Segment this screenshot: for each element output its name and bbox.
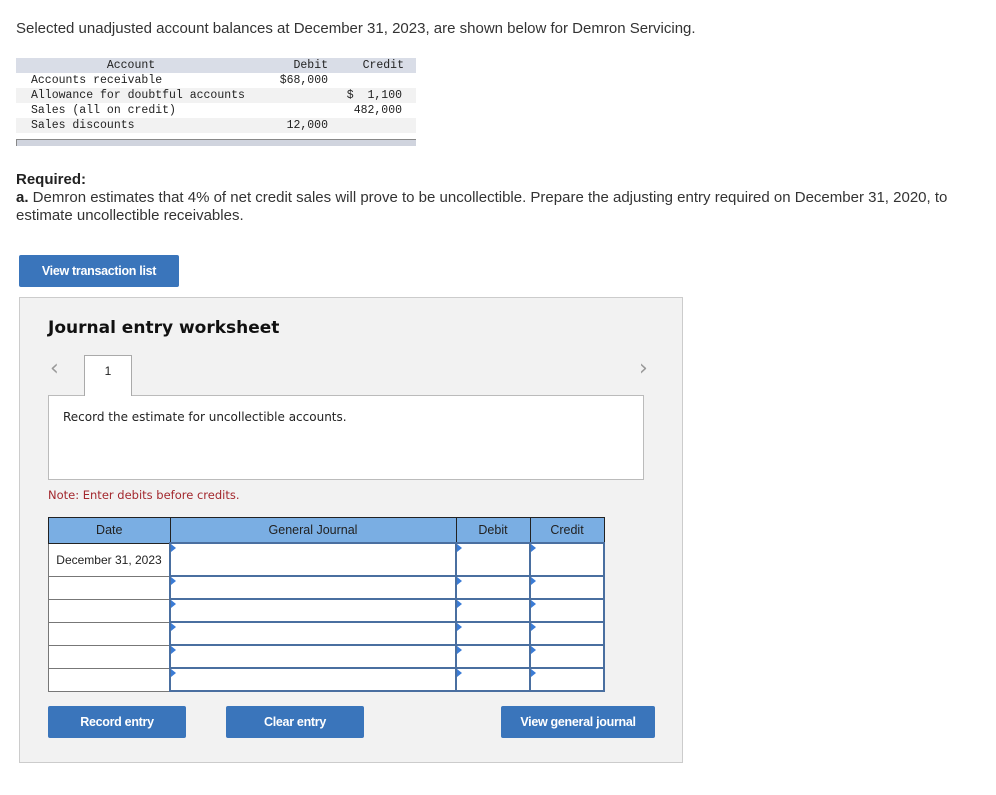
header-date: Date — [48, 517, 171, 544]
credit-value — [328, 73, 402, 88]
debit-input[interactable] — [455, 667, 531, 692]
header-credit: Credit — [529, 517, 605, 544]
transaction-description: Record the estimate for uncollectible ac… — [63, 410, 347, 424]
credit-input[interactable] — [529, 575, 605, 600]
debit-input[interactable] — [455, 598, 531, 623]
view-transaction-list-button[interactable]: View transaction list — [19, 255, 179, 287]
account-name: Sales (all on credit) — [31, 104, 176, 117]
transaction-description-box: Record the estimate for uncollectible ac… — [48, 395, 644, 480]
chevron-right-icon[interactable]: › — [639, 356, 648, 381]
journal-row — [48, 644, 605, 669]
debit-input[interactable] — [455, 575, 531, 600]
account-input[interactable] — [169, 621, 457, 646]
account-input[interactable] — [169, 644, 457, 669]
worksheet-tab-1[interactable]: 1 — [84, 355, 132, 396]
debit-input[interactable] — [455, 621, 531, 646]
journal-row — [48, 598, 605, 623]
date-cell — [48, 667, 171, 692]
credit-input[interactable] — [529, 667, 605, 692]
debit-value: 12,000 — [286, 119, 328, 132]
clear-entry-button[interactable]: Clear entry — [226, 706, 364, 738]
required-section: Required: a. Demron estimates that 4% of… — [16, 171, 956, 225]
header-account: Account — [106, 59, 156, 72]
required-label: Required: — [16, 171, 87, 188]
account-input[interactable] — [169, 575, 457, 600]
date-cell — [48, 644, 171, 669]
balance-row: Accounts receivable $68,000 — [16, 73, 416, 88]
journal-entry-worksheet-panel: Journal entry worksheet ‹ 1 › Record the… — [19, 297, 683, 763]
balances-table: Account Debit Credit Accounts receivable… — [16, 58, 416, 133]
credit-input[interactable] — [529, 621, 605, 646]
entry-note: Note: Enter debits before credits. — [48, 488, 240, 502]
account-input[interactable] — [169, 542, 457, 577]
header-general-journal: General Journal — [169, 517, 457, 544]
balances-header-row: Account Debit Credit — [16, 58, 416, 73]
header-debit: Debit — [455, 517, 531, 544]
account-name: Accounts receivable — [31, 74, 163, 87]
header-credit: Credit — [362, 59, 404, 72]
chevron-left-icon[interactable]: ‹ — [50, 356, 59, 381]
credit-input[interactable] — [529, 598, 605, 623]
journal-row — [48, 667, 605, 692]
debit-value: $68,000 — [279, 74, 328, 87]
required-text: Demron estimates that 4% of net credit s… — [16, 189, 948, 224]
debit-input[interactable] — [455, 644, 531, 669]
account-input[interactable] — [169, 667, 457, 692]
account-input[interactable] — [169, 598, 457, 623]
debit-input[interactable] — [455, 542, 531, 577]
worksheet-title: Journal entry worksheet — [48, 318, 280, 338]
balances-table-footer — [16, 139, 416, 146]
debit-value — [256, 103, 328, 118]
account-name: Allowance for doubtful accounts — [31, 89, 245, 102]
record-entry-button[interactable]: Record entry — [48, 706, 186, 738]
date-cell: December 31, 2023 — [48, 542, 171, 577]
credit-value: $ 1,100 — [346, 89, 402, 102]
balance-row: Sales (all on credit) 482,000 — [16, 103, 416, 118]
credit-input[interactable] — [529, 542, 605, 577]
journal-header-row: Date General Journal Debit Credit — [48, 517, 605, 544]
debit-value — [256, 88, 328, 103]
account-name: Sales discounts — [31, 119, 135, 132]
intro-text: Selected unadjusted account balances at … — [16, 20, 696, 37]
date-cell — [48, 621, 171, 646]
journal-row: December 31, 2023 — [48, 542, 605, 577]
credit-input[interactable] — [529, 644, 605, 669]
view-general-journal-button[interactable]: View general journal — [501, 706, 655, 738]
journal-row — [48, 575, 605, 600]
journal-row — [48, 621, 605, 646]
header-debit: Debit — [293, 59, 328, 72]
date-cell — [48, 598, 171, 623]
required-part-label: a. — [16, 189, 29, 206]
journal-entry-table: Date General Journal Debit Credit Decemb… — [48, 517, 605, 692]
credit-value — [328, 118, 402, 133]
date-cell — [48, 575, 171, 600]
balance-row: Sales discounts 12,000 — [16, 118, 416, 133]
credit-value: 482,000 — [353, 104, 402, 117]
balance-row: Allowance for doubtful accounts $ 1,100 — [16, 88, 416, 103]
